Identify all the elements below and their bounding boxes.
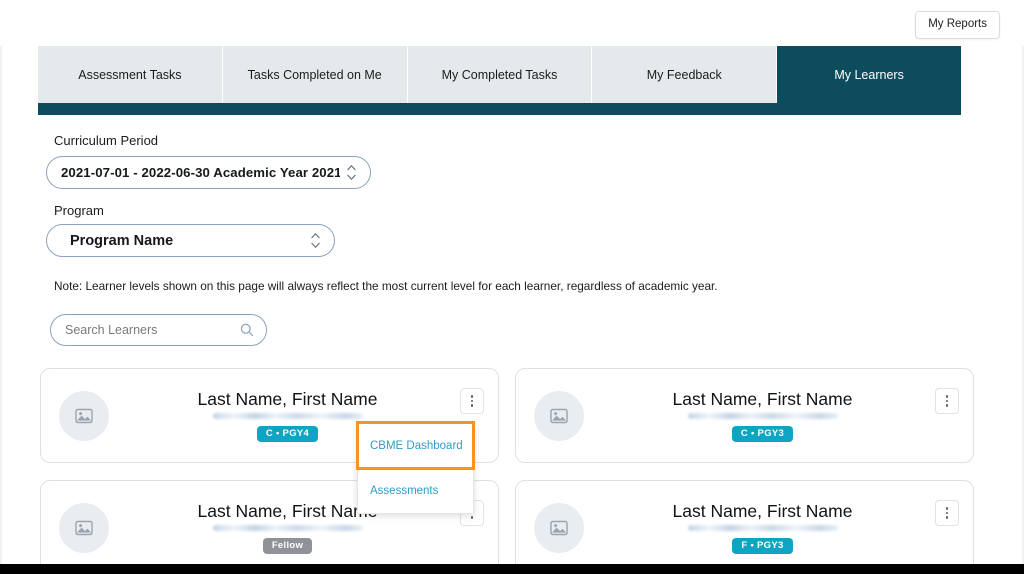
learner-actions-button[interactable] <box>935 388 959 414</box>
page-edge-left <box>0 0 2 574</box>
curriculum-period-label: Curriculum Period <box>54 133 159 148</box>
learner-card-grid: Last Name, First Name C • PGY4 Last Name, … <box>40 368 974 574</box>
my-reports-button[interactable]: My Reports <box>915 11 1000 39</box>
learner-info: Last Name, First Name F • PGY3 <box>600 501 935 554</box>
kebab-dot-icon <box>945 399 949 403</box>
avatar <box>59 502 109 553</box>
learner-actions-button[interactable] <box>460 388 484 414</box>
kebab-dot-icon <box>945 395 949 398</box>
learner-email-blurred <box>212 412 363 419</box>
curriculum-period-select[interactable]: 2021-07-01 - 2022-06-30 Academic Year 20… <box>46 156 371 189</box>
search-input[interactable] <box>51 323 234 337</box>
learner-level-badge: C • PGY3 <box>731 425 794 442</box>
kebab-dot-icon <box>470 516 474 519</box>
learner-name: Last Name, First Name <box>197 389 378 410</box>
learner-actions-button[interactable] <box>935 500 959 526</box>
chevron-updown-icon <box>340 165 362 180</box>
learner-level-badge: Fellow <box>262 537 313 554</box>
tab-my-completed-tasks[interactable]: My Completed Tasks <box>407 46 593 103</box>
kebab-dot-icon <box>945 507 949 510</box>
chevron-updown-icon <box>304 233 326 248</box>
menu-item-cbme-dashboard[interactable]: CBME Dashboard <box>356 421 475 470</box>
kebab-dot-icon <box>470 399 474 403</box>
curriculum-period-value: 2021-07-01 - 2022-06-30 Academic Year 20… <box>61 165 340 180</box>
program-name-redaction: Program Name <box>56 226 256 255</box>
kebab-dot-icon <box>945 404 949 407</box>
learner-card[interactable]: Last Name, First Name C • PGY3 <box>515 368 974 463</box>
learner-actions-menu: CBME Dashboard Assessments <box>356 421 475 514</box>
avatar <box>534 502 584 553</box>
page-edge-bottom <box>0 564 1024 574</box>
learner-level-badge: C • PGY4 <box>256 425 319 442</box>
learner-info: Last Name, First Name C • PGY3 <box>600 389 935 442</box>
learner-level-badge: F • PGY3 <box>732 537 793 554</box>
menu-item-assessments[interactable]: Assessments <box>358 468 473 513</box>
tab-assessment-tasks[interactable]: Assessment Tasks <box>38 46 223 103</box>
tab-my-feedback[interactable]: My Feedback <box>592 46 778 103</box>
learner-level-note: Note: Learner levels shown on this page … <box>54 279 718 293</box>
search-icon <box>234 323 260 337</box>
tab-tasks-completed-on-me[interactable]: Tasks Completed on Me <box>222 46 408 103</box>
kebab-dot-icon <box>945 516 949 519</box>
page-root: My Reports Assessment Tasks Tasks Complet… <box>0 0 1024 574</box>
search-learners-field[interactable] <box>50 314 267 346</box>
tab-bar-underline <box>38 103 961 115</box>
learner-email-blurred <box>687 524 838 531</box>
learner-name: Last Name, First Name <box>197 501 378 522</box>
top-bar: My Reports <box>0 0 1024 46</box>
learner-card[interactable]: Last Name, First Name F • PGY3 <box>515 480 974 574</box>
learner-email-blurred <box>212 524 363 531</box>
tab-bar: Assessment Tasks Tasks Completed on Me My … <box>38 46 961 103</box>
avatar <box>534 390 584 441</box>
kebab-dot-icon <box>945 511 949 515</box>
program-label: Program <box>54 203 104 218</box>
kebab-dot-icon <box>470 404 474 407</box>
learner-email-blurred <box>687 412 838 419</box>
tab-my-learners[interactable]: My Learners <box>777 46 961 103</box>
kebab-dot-icon <box>470 395 474 398</box>
avatar <box>59 390 109 441</box>
learner-name: Last Name, First Name <box>672 501 853 522</box>
learner-name: Last Name, First Name <box>672 389 853 410</box>
